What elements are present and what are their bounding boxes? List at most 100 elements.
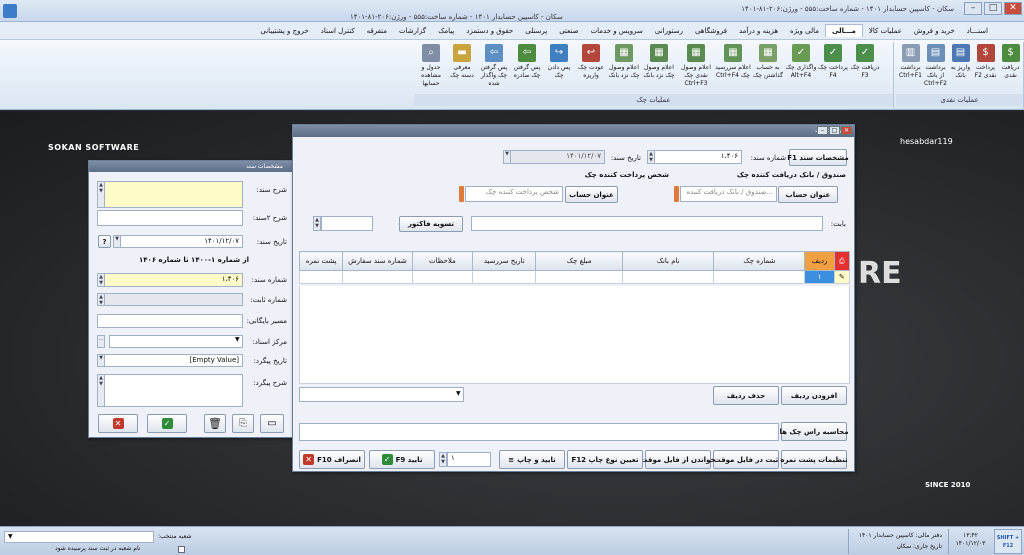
menu-control[interactable]: کنترل اسناد [315,25,361,37]
menu-reports[interactable]: گزارشات [393,25,432,37]
bottom-select[interactable] [299,387,464,402]
doc-attach-button[interactable]: ⎘ [232,414,254,433]
bottom-select-dropdown-icon[interactable]: ▼ [456,390,461,397]
close-icon[interactable]: ✕ [1004,2,1022,15]
payer-input[interactable]: شخص پرداخت کننده چک [465,186,563,202]
check-dialog-maximize-icon[interactable]: □ [829,126,840,135]
doc-desc-input[interactable] [97,181,243,208]
print-count-input[interactable]: ۱ [447,452,491,467]
doc-confirm-button[interactable]: ✓ [147,414,187,433]
doc-center-dropdown-icon[interactable]: ▼ [235,336,240,343]
doc-center-clear[interactable]: … [97,335,105,348]
doc-info-button[interactable]: مشخصات سند F1 [787,149,849,166]
add-row-button[interactable]: افزودن ردیف [781,386,847,405]
col-bank-name[interactable]: نام بانک [622,251,715,271]
menu-goods[interactable]: عملیات کالا [863,25,908,37]
menu-special-financial[interactable]: مالی ویژه [784,25,825,37]
doc-desc2-input[interactable] [97,210,243,226]
calc-result-field[interactable] [299,423,779,441]
menu-sms[interactable]: پیامک [432,25,460,37]
cash-receive-button[interactable]: $ دریافت نقدی [998,42,1023,94]
cash-pay-button[interactable]: $ پرداخت نقدی F2 [973,42,998,94]
confirm-button[interactable]: تایید F9 ✓ [369,450,435,469]
menu-buy-sell[interactable]: خرید و فروش [908,25,961,37]
col-row[interactable]: ردیف [804,251,835,271]
menu-exit[interactable]: خروج و پشتیبانی [254,25,314,37]
check-bank-button[interactable]: ▦ اعلام وصول چک نزد بانک [641,42,677,94]
confirm-print-button[interactable]: تایید و چاپ ≡ [499,450,565,469]
check-dialog-close-icon[interactable]: ✕ [841,126,852,135]
follow-desc-input[interactable] [97,374,243,407]
row-number-cell[interactable]: ۱ [804,270,835,284]
payer-account-button[interactable]: عنوان حساب [565,186,618,203]
menu-asnad[interactable]: اسنـــاد [961,25,994,37]
menu-personnel[interactable]: پرسنلی [519,25,553,37]
settle-amount-input[interactable] [321,216,373,231]
check-pay-button[interactable]: ✓ پرداخت چک F4 [817,42,849,94]
col-order-doc[interactable]: شماره سند سفارش [342,251,413,271]
read-temp-button[interactable]: خواندن از فایل موقت [640,450,716,469]
col-check-amount[interactable]: مبلغ چک [535,251,624,271]
check-dialog-minimize-icon[interactable]: – [817,126,828,135]
col-print-icon[interactable]: ⎙ [833,251,851,271]
help-icon[interactable]: ? [98,235,111,248]
receiver-account-button[interactable]: عنوان حساب [778,186,838,203]
check-due-button[interactable]: ▦ اعلام سررسید چک Ctrl+F4 [715,42,751,94]
babat-input[interactable] [471,216,823,231]
table-row[interactable]: ۱ ✎ [298,270,851,284]
check-bank2-button[interactable]: ▦ اعلام وصول چک نزد بانک [607,42,641,94]
doc-center-select[interactable] [109,335,243,348]
check-receive-button[interactable]: ✓ دریافت چک F3 [849,42,881,94]
maximize-icon[interactable]: □ [984,2,1002,15]
checks-grid-body[interactable] [299,286,850,384]
doc-number-input[interactable]: ۱،۴۰۶ [97,273,243,287]
col-back-number[interactable]: پشت نمره [298,251,344,271]
menu-store[interactable]: فروشگاهی [689,25,733,37]
print-type-button[interactable]: تعیین نوع چاپ F12 [567,450,643,469]
print-count-spin[interactable]: ▲ ▼ [439,452,447,467]
bank-withdraw-button[interactable]: ▤ برداشت از بانک Ctrl+F2 [923,42,948,94]
doc-date-input[interactable]: ۱۴۰۱/۱۲/۰۷ [113,235,243,248]
settle-amount-spin[interactable]: ▲ ▼ [313,216,321,231]
doc-number-field[interactable]: ۱،۴۰۶ [647,150,742,164]
menu-restaurant[interactable]: رستورانی [649,25,689,37]
row-marker-cell[interactable]: ✎ [833,270,851,284]
receiver-input[interactable]: صندوق / بانک دریافت کننده... [680,186,777,202]
menu-services[interactable]: سرویس و خدمات [585,25,649,37]
col-check-number[interactable]: شماره چک [713,251,806,271]
follow-desc-scroll[interactable]: ▲ ▼ [97,374,105,407]
doc-number-spin[interactable]: ▲ ▼ [97,273,105,287]
branch-checkbox[interactable] [178,546,185,553]
branch-dropdown-icon[interactable]: ▼ [8,533,13,540]
menu-financial[interactable]: مـــالی [824,24,863,37]
doc-cancel-button[interactable]: ✕ [98,414,138,433]
doc-desc-scroll[interactable]: ▲ ▼ [97,181,105,208]
cancel-button[interactable]: انصراف F10 ✕ [299,450,365,469]
doc-date-field-dropdown-icon[interactable]: ▼ [503,150,511,164]
withdraw-button[interactable]: ▥ برداشت Ctrl+F1 [898,42,923,94]
col-due-date[interactable]: تاریخ سررسید [472,251,537,271]
menu-cost-income[interactable]: هزینه و درآمد [733,25,784,37]
doc-date-dropdown-icon[interactable]: ▼ [113,235,121,248]
archive-path-input[interactable] [97,314,243,328]
accounts-table-button[interactable]: ⌕ جدول و مشاهده حسابها [415,42,447,94]
menu-industrial[interactable]: صنعتی [553,25,584,37]
col-notes[interactable]: ملاحظات [411,251,474,271]
check-account-button[interactable]: ▦ به حساب گذاشتن چک [751,42,785,94]
branch-select[interactable] [4,531,154,543]
doc-number-field-spin[interactable]: ▲ ▼ [647,150,655,164]
doc-date-field[interactable]: ۱۴۰۱/۱۲/۰۷ [503,150,605,164]
bank-deposit-button[interactable]: ▤ واریز به بانک [948,42,973,94]
menu-payroll[interactable]: حقوق و دستمزد [460,25,519,37]
save-temp-button[interactable]: ثبت در فایل موقت [713,450,779,469]
check-takeback-button[interactable]: ⇦ پس گرفتن چک صادره [511,42,543,94]
check-takeback-assigned-button[interactable]: ⇦ پس گرفتن چک واگذار شده [477,42,511,94]
settle-invoice-button[interactable]: تسویه فاکتور [399,216,463,232]
doc-open-button[interactable]: ▭ [260,414,284,433]
checkbook-button[interactable]: ▬ معرفی دسته چک [447,42,477,94]
doc-delete-button[interactable]: 🗑 [204,414,226,433]
fixed-number-input[interactable] [97,293,243,306]
shift-f12-button[interactable]: SHIFT + F12 [994,529,1022,554]
calc-checks-button[interactable]: محاسبه راس چک ها [779,422,849,441]
check-assign-button[interactable]: ✓ واگذاری چک Alt+F4 [785,42,817,94]
